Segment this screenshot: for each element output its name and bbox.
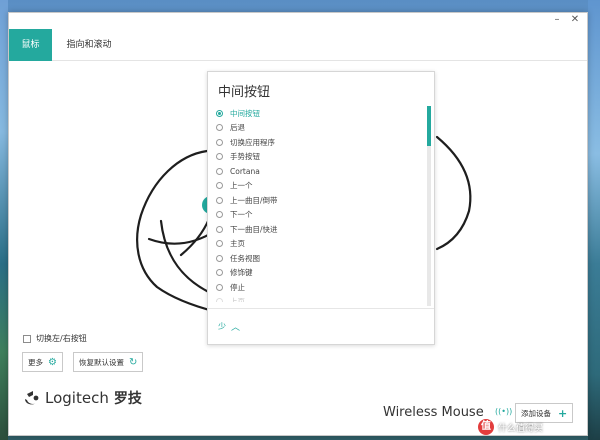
desktop-background-right <box>588 0 600 440</box>
more-button[interactable]: 更多 ⚙ <box>22 352 63 372</box>
radio-selected-icon <box>216 109 223 117</box>
radio-icon <box>216 167 223 175</box>
panel-footer: 少 ︿ <box>208 308 434 344</box>
option-next[interactable]: 下一个 <box>216 208 416 222</box>
option-label: 上一个 <box>230 181 253 190</box>
radio-icon <box>216 211 223 218</box>
tab-point-scroll[interactable]: 指向和滚动 <box>52 29 126 61</box>
option-label: 上一曲目/倒带 <box>230 195 278 205</box>
option-task-view[interactable]: 任务视图 <box>216 251 416 265</box>
radio-icon <box>216 283 223 291</box>
option-previous[interactable]: 上一个 <box>216 179 416 193</box>
title-bar: – ✕ <box>9 13 587 27</box>
site-watermark: 值 什么值得买 <box>478 414 600 440</box>
option-switch-application[interactable]: 切换应用程序 <box>216 135 416 149</box>
chevron-up-icon: ︿ <box>231 323 241 333</box>
radio-icon <box>216 182 223 189</box>
minimize-button[interactable]: – <box>549 14 565 26</box>
desktop-background-left <box>0 0 8 440</box>
radio-icon <box>216 225 223 233</box>
restore-defaults-label: 恢复默认设置 <box>79 357 124 367</box>
option-label: 切换应用程序 <box>230 137 275 147</box>
option-label: 主页 <box>230 239 245 248</box>
radio-icon <box>216 269 223 276</box>
brand-name-chinese: 罗技 <box>113 391 142 407</box>
swap-buttons-label: 切换左/右按钮 <box>36 334 87 343</box>
option-label: Cortana <box>230 166 260 176</box>
option-label: 停止 <box>230 282 245 292</box>
option-modifier-key[interactable]: 修饰键 <box>216 266 416 280</box>
show-less-button[interactable]: 少 ︿ <box>218 320 240 333</box>
restore-defaults-button[interactable]: 恢复默认设置 ↻ <box>73 352 144 372</box>
mouse-button-seam <box>147 229 217 245</box>
show-less-label: 少 <box>218 322 226 331</box>
option-stop[interactable]: 停止 <box>216 280 416 294</box>
action-option-list: 中间按钮 后退 切换应用程序 手势按钮 Cortana 上一个 上一曲目/倒带 … <box>208 106 426 302</box>
option-home[interactable]: 主页 <box>216 237 416 251</box>
option-back[interactable]: 后退 <box>216 121 416 135</box>
radio-icon <box>216 196 223 204</box>
radio-icon <box>216 298 223 302</box>
swap-buttons-checkbox[interactable]: 切换左/右按钮 <box>23 333 87 344</box>
option-label: 下一曲目/快进 <box>230 224 278 234</box>
option-label: 中间按钮 <box>230 108 260 118</box>
tab-mouse[interactable]: 鼠标 <box>9 29 52 61</box>
logitech-g-mark-icon <box>25 391 39 405</box>
option-label: 上页 <box>230 297 245 302</box>
option-list-scroll-thumb[interactable] <box>427 106 431 146</box>
gear-icon: ⚙ <box>48 356 57 368</box>
radio-icon <box>216 124 223 131</box>
radio-icon <box>216 254 223 262</box>
radio-icon <box>216 240 223 247</box>
option-label: 手势按钮 <box>230 152 260 161</box>
watermark-badge-icon: 值 <box>478 419 494 435</box>
option-gesture-button[interactable]: 手势按钮 <box>216 150 416 164</box>
watermark-text: 什么值得买 <box>498 423 544 434</box>
radio-icon <box>216 138 223 146</box>
option-label: 后退 <box>230 123 245 132</box>
more-label: 更多 <box>28 357 43 367</box>
option-previous-track[interactable]: 上一曲目/倒带 <box>216 193 416 207</box>
logitech-options-window: – ✕ 鼠标 指向和滚动 中间按钮 中间按钮 后退 切换应用程序 手势按钮 Co… <box>8 12 588 436</box>
brand-name: Logitech <box>45 389 109 407</box>
refresh-icon: ↻ <box>129 356 138 368</box>
radio-icon <box>216 153 223 160</box>
option-label: 任务视图 <box>230 253 260 263</box>
option-label: 下一个 <box>230 210 253 219</box>
option-label: 修饰键 <box>230 268 253 277</box>
checkbox-icon <box>23 334 31 343</box>
close-button[interactable]: ✕ <box>567 14 583 26</box>
device-name: Wireless Mouse <box>383 405 484 420</box>
mouse-outline-right <box>435 135 472 251</box>
tab-bar: 鼠标 指向和滚动 <box>9 29 587 61</box>
middle-button-action-panel: 中间按钮 中间按钮 后退 切换应用程序 手势按钮 Cortana 上一个 上一曲… <box>207 71 435 345</box>
option-middle-button[interactable]: 中间按钮 <box>216 106 416 120</box>
option-page-up[interactable]: 上页 <box>216 295 416 302</box>
logitech-logo: Logitech 罗技 <box>23 388 142 408</box>
option-next-track[interactable]: 下一曲目/快进 <box>216 222 416 236</box>
option-cortana[interactable]: Cortana <box>216 164 416 178</box>
panel-title: 中间按钮 <box>218 85 271 100</box>
